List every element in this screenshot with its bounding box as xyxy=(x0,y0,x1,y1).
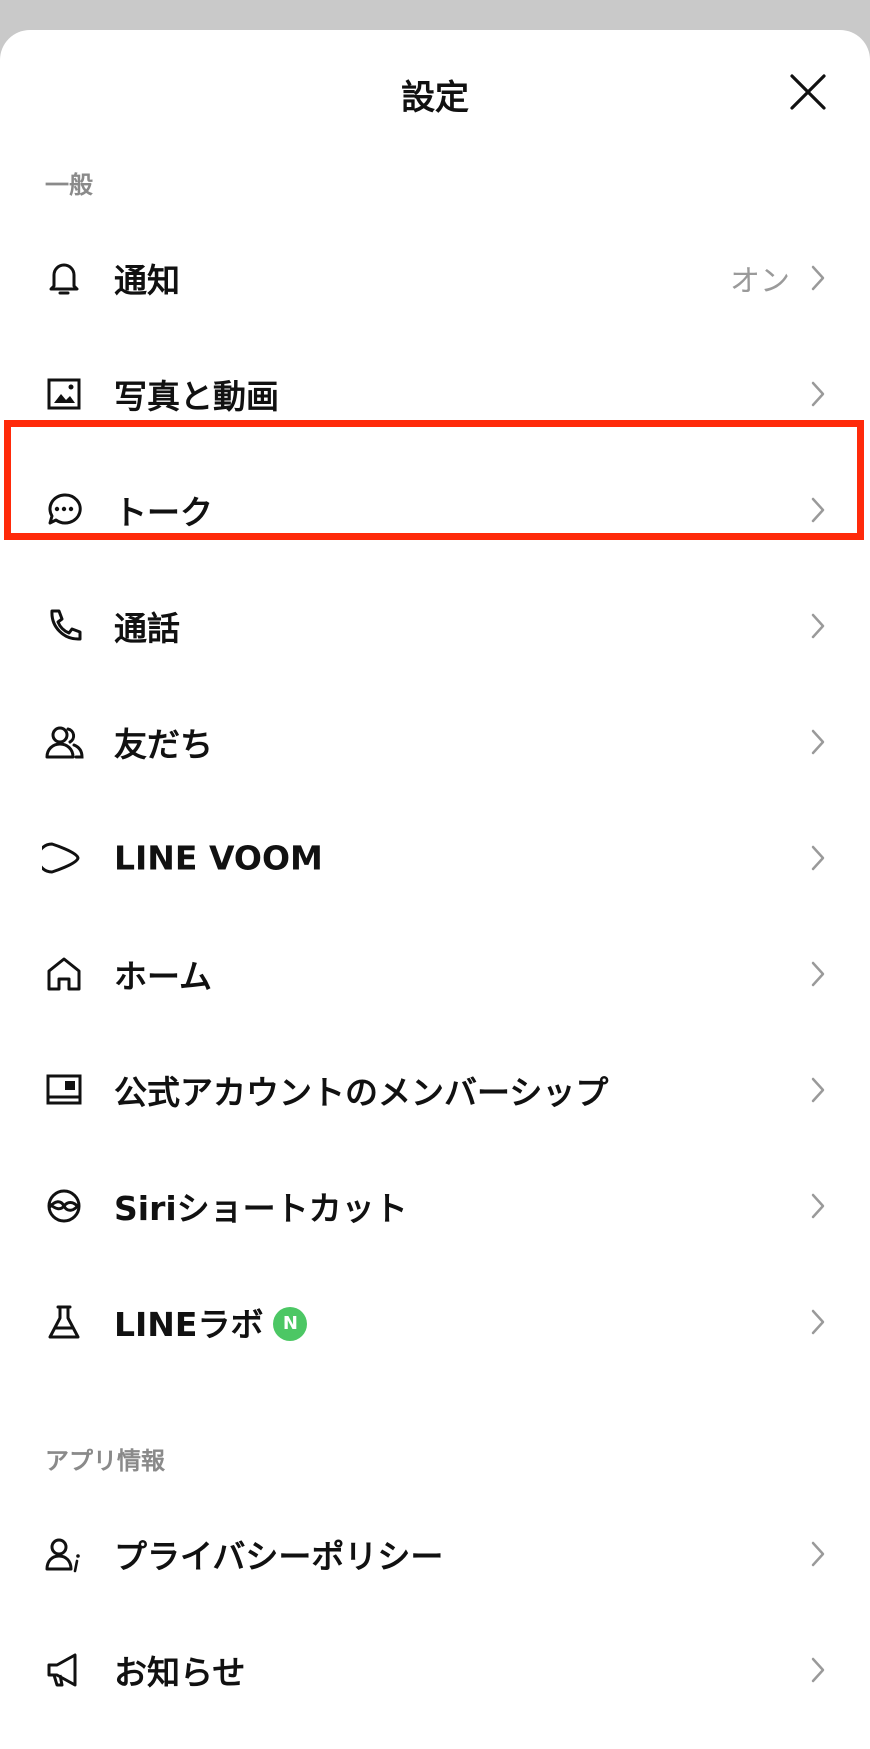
settings-item-label: 公式アカウントのメンバーシップ xyxy=(114,1073,609,1112)
settings-item-friends[interactable]: 友だち xyxy=(0,684,870,800)
section-label-general: 一般 xyxy=(45,171,93,199)
megaphone-icon xyxy=(42,1648,86,1692)
settings-item-label: Siriショートカット xyxy=(114,1189,408,1228)
chevron-right-icon xyxy=(808,728,828,756)
chevron-right-icon xyxy=(808,612,828,640)
phone-icon xyxy=(42,604,86,648)
siri-icon xyxy=(42,1184,86,1228)
notifications-status: オン xyxy=(730,264,790,299)
settings-sheet: 設定 一般 通知 オン 写真と動画 トーク 通話 友だち LINE VOOM ホ… xyxy=(0,30,870,1749)
chevron-right-icon xyxy=(808,264,828,292)
chevron-right-icon xyxy=(808,844,828,872)
section-label-app-info: アプリ情報 xyxy=(45,1447,165,1475)
chevron-right-icon xyxy=(808,496,828,524)
settings-item-label: 友だち xyxy=(114,725,213,764)
header: 設定 xyxy=(0,30,870,150)
new-badge: N xyxy=(273,1306,308,1341)
settings-item-notifications[interactable]: 通知 オン xyxy=(0,220,870,336)
settings-item-line-labs[interactable]: LINEラボ N xyxy=(0,1264,870,1380)
settings-item-announcements[interactable]: お知らせ xyxy=(0,1612,870,1728)
settings-item-label: トーク xyxy=(114,493,213,532)
settings-item-siri-shortcuts[interactable]: Siriショートカット xyxy=(0,1148,870,1264)
photo-icon xyxy=(42,372,86,416)
chat-bubble-icon xyxy=(42,488,86,532)
friends-icon xyxy=(42,720,86,764)
close-icon[interactable] xyxy=(788,72,828,112)
settings-item-label: ホーム xyxy=(114,957,213,996)
page-title: 設定 xyxy=(401,78,469,118)
settings-item-label: お知らせ xyxy=(114,1653,246,1692)
settings-item-label: LINE VOOM xyxy=(114,838,323,878)
settings-item-label: プライバシーポリシー xyxy=(114,1537,444,1576)
bell-icon xyxy=(42,256,86,300)
settings-item-label: LINEラボ N xyxy=(114,1298,308,1346)
settings-item-photos-videos[interactable]: 写真と動画 xyxy=(0,336,870,452)
flask-icon xyxy=(42,1300,86,1344)
chevron-right-icon xyxy=(808,380,828,408)
settings-item-label-text: LINEラボ xyxy=(114,1305,264,1344)
settings-item-label: 通話 xyxy=(114,609,180,648)
settings-item-label: 写真と動画 xyxy=(114,377,279,416)
privacy-user-icon xyxy=(42,1532,86,1576)
chevron-right-icon xyxy=(808,1192,828,1220)
settings-item-label: 通知 xyxy=(114,261,180,300)
home-icon xyxy=(42,952,86,996)
chevron-right-icon xyxy=(808,960,828,988)
chevron-right-icon xyxy=(808,1076,828,1104)
settings-item-official-account-membership[interactable]: 公式アカウントのメンバーシップ xyxy=(0,1032,870,1148)
chevron-right-icon xyxy=(808,1540,828,1568)
chevron-right-icon xyxy=(808,1308,828,1336)
settings-item-calls[interactable]: 通話 xyxy=(0,568,870,684)
settings-item-line-voom[interactable]: LINE VOOM xyxy=(0,800,870,916)
settings-item-privacy-policy[interactable]: プライバシーポリシー xyxy=(0,1496,870,1612)
settings-item-home[interactable]: ホーム xyxy=(0,916,870,1032)
chevron-right-icon xyxy=(808,1656,828,1684)
voom-icon xyxy=(42,836,86,880)
membership-icon xyxy=(42,1068,86,1112)
settings-item-chats[interactable]: トーク xyxy=(0,452,870,568)
